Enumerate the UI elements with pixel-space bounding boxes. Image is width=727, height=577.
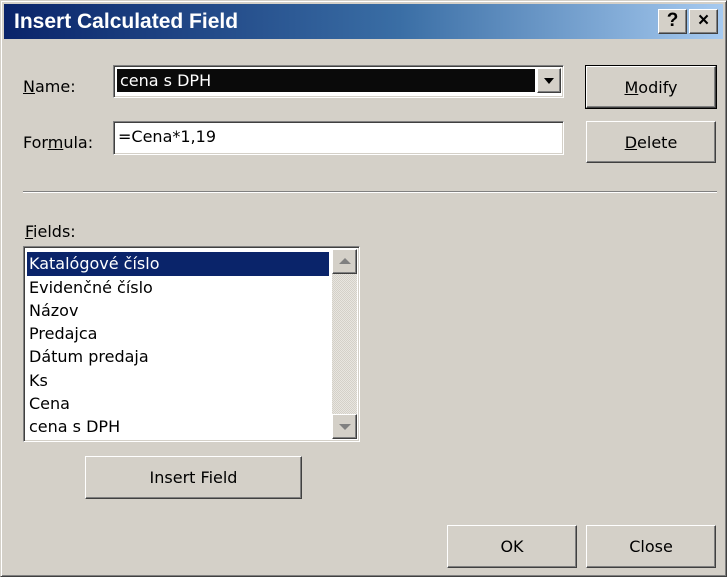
chevron-down-icon: [544, 78, 554, 84]
fields-scrollbar[interactable]: [332, 249, 357, 439]
list-item[interactable]: Cena: [27, 392, 329, 416]
fields-label: Fields:: [25, 222, 76, 241]
formula-label: Formula:: [23, 133, 94, 152]
list-item[interactable]: Dátum predaja: [27, 345, 329, 369]
name-combobox[interactable]: cena s DPH: [113, 65, 564, 98]
formula-input[interactable]: =Cena*1,19: [113, 121, 564, 155]
insert-field-button[interactable]: Insert Field: [85, 456, 302, 499]
arrow-up-icon: [339, 258, 351, 264]
arrow-down-icon: [339, 424, 351, 430]
list-item[interactable]: Predajca: [27, 322, 329, 346]
help-button[interactable]: ?: [658, 9, 687, 34]
dialog-title: Insert Calculated Field: [14, 10, 239, 33]
combobox-dropdown-button[interactable]: [537, 68, 561, 93]
list-item[interactable]: Názov: [27, 299, 329, 323]
modify-button[interactable]: Modify: [585, 65, 717, 109]
ok-button[interactable]: OK: [447, 525, 577, 568]
list-item[interactable]: Evidenčné číslo: [27, 276, 329, 300]
list-item[interactable]: cena s DPH: [27, 415, 329, 439]
close-icon[interactable]: ×: [689, 9, 718, 34]
close-button[interactable]: Close: [586, 525, 716, 568]
title-bar[interactable]: Insert Calculated Field ? ×: [4, 4, 723, 39]
scroll-up-button[interactable]: [332, 249, 357, 274]
name-combobox-value[interactable]: cena s DPH: [117, 69, 535, 92]
list-item[interactable]: Katalógové číslo: [27, 252, 329, 276]
formula-input-value: =Cena*1,19: [118, 127, 216, 146]
name-label: Name:: [23, 77, 76, 96]
fields-listbox[interactable]: Katalógové číslo Evidenčné číslo Názov P…: [23, 246, 360, 442]
list-item[interactable]: Ks: [27, 369, 329, 393]
insert-calculated-field-dialog: Insert Calculated Field ? × Name: cena s…: [0, 0, 727, 577]
delete-button[interactable]: Delete: [586, 121, 716, 163]
scroll-down-button[interactable]: [332, 414, 357, 439]
separator: [23, 191, 717, 193]
